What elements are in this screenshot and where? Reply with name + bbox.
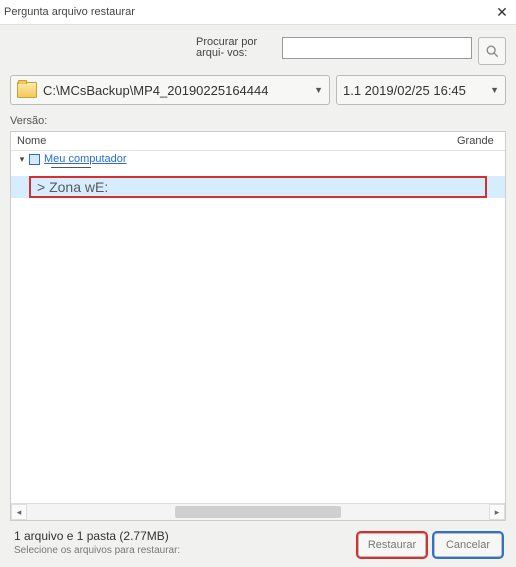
file-tree: Nome Grande ▾ Meu computador > Zona wE: (10, 131, 506, 521)
version-value: 1.1 2019/02/25 16:45 (343, 83, 484, 98)
version-label: Versão: (10, 115, 506, 127)
chevron-down-icon: ▼ (490, 85, 499, 95)
window-title: Pergunta arquivo restaurar (4, 6, 494, 18)
cancel-button[interactable]: Cancelar (434, 533, 502, 557)
folder-icon (17, 82, 37, 98)
scroll-track[interactable] (27, 504, 489, 520)
selection-summary: 1 arquivo e 1 pasta (2.77MB) (14, 529, 358, 543)
horizontal-scrollbar[interactable]: ◂ ▸ (11, 503, 505, 520)
chevron-down-icon[interactable]: ▾ (17, 154, 27, 165)
path-dropdown[interactable]: C:\MCsBackup\MP4_20190225164444 ▼ (10, 75, 330, 105)
chevron-down-icon: ▼ (314, 85, 323, 95)
tree-node-label: > Zona wE: (37, 179, 108, 195)
path-value: C:\MCsBackup\MP4_20190225164444 (43, 83, 308, 98)
tree-node-selected[interactable]: > Zona wE: (29, 176, 487, 198)
search-label: Procurar por arqui- vos: (196, 37, 276, 59)
scroll-right-icon[interactable]: ▸ (489, 504, 505, 520)
search-button[interactable] (478, 37, 506, 65)
scroll-thumb[interactable] (175, 506, 341, 518)
tree-node-label[interactable]: Meu computador (44, 153, 127, 165)
column-header-name[interactable]: Nome (17, 135, 457, 147)
column-header-size[interactable]: Grande (457, 135, 505, 147)
selection-hint: Selecione os arquivos para restaurar: (14, 545, 358, 556)
scroll-left-icon[interactable]: ◂ (11, 504, 27, 520)
checkbox[interactable] (29, 154, 40, 165)
version-dropdown[interactable]: 1.1 2019/02/25 16:45 ▼ (336, 75, 506, 105)
magnifier-icon (485, 44, 499, 58)
restore-button[interactable]: Restaurar (358, 533, 426, 557)
search-input[interactable] (282, 37, 472, 59)
tree-stub (51, 167, 91, 174)
close-icon[interactable]: ✕ (494, 4, 510, 20)
tree-node-mycomputer[interactable]: ▾ Meu computador (11, 151, 505, 167)
